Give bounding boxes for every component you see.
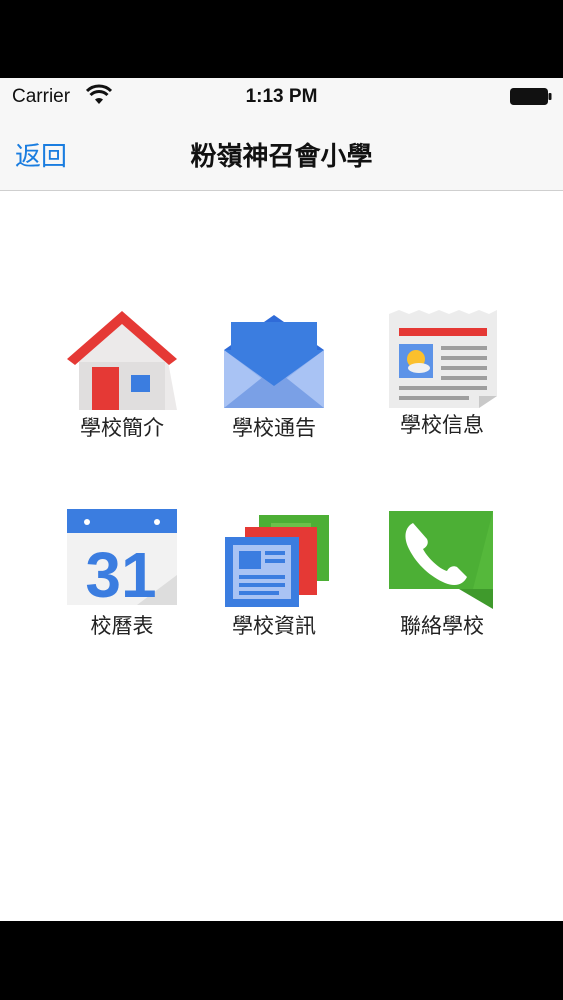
- menu-item-label: 學校通告: [232, 417, 316, 440]
- calendar-icon: 31: [67, 509, 177, 609]
- menu-item-label: 學校資訊: [232, 615, 316, 638]
- menu-item-label: 聯絡學校: [400, 615, 484, 638]
- navigation-bar: 返回 粉嶺神召會小學: [0, 116, 563, 191]
- battery-icon: [510, 88, 552, 105]
- envelope-icon: [224, 315, 324, 408]
- status-bar: Carrier 1:13 PM: [0, 78, 563, 116]
- page-title: 粉嶺神召會小學: [190, 141, 373, 171]
- menu-item-school-info[interactable]: 學校資訊: [204, 509, 344, 649]
- documents-icon: [225, 515, 329, 607]
- newspaper-icon: [389, 310, 497, 408]
- menu-item-school-calendar[interactable]: 31 校曆表: [52, 509, 192, 649]
- status-time: 1:13 PM: [245, 86, 318, 107]
- menu-item-contact-school[interactable]: 聯絡學校: [372, 509, 512, 649]
- menu-item-label: 校曆表: [90, 615, 154, 638]
- house-icon: [67, 311, 177, 410]
- calendar-day-text: 31: [85, 539, 156, 609]
- menu-item-school-messages[interactable]: 學校信息: [372, 310, 512, 450]
- menu-item-school-notices[interactable]: 學校通告: [204, 310, 344, 450]
- menu-item-label: 學校信息: [400, 414, 484, 437]
- phone-icon: [389, 511, 493, 609]
- app-screen: Carrier 1:13 PM 返回 粉嶺神召會小學 學校簡介 學校通告 學校信…: [0, 78, 563, 921]
- menu-item-school-intro[interactable]: 學校簡介: [52, 310, 192, 450]
- menu-item-label: 學校簡介: [80, 417, 164, 440]
